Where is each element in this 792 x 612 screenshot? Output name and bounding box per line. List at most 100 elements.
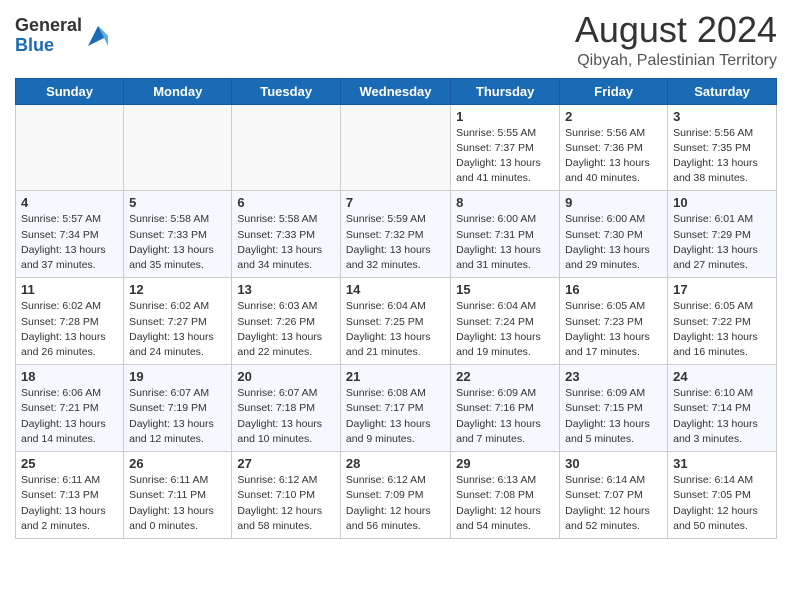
day-number: 7	[346, 195, 445, 210]
day-of-week-header: Monday	[124, 78, 232, 104]
calendar-cell: 2Sunrise: 5:56 AM Sunset: 7:36 PM Daylig…	[560, 104, 668, 191]
calendar-cell: 13Sunrise: 6:03 AM Sunset: 7:26 PM Dayli…	[232, 278, 341, 365]
day-of-week-header: Saturday	[668, 78, 777, 104]
day-info: Sunrise: 6:00 AM Sunset: 7:30 PM Dayligh…	[565, 212, 662, 273]
day-number: 31	[673, 456, 771, 471]
day-of-week-header: Tuesday	[232, 78, 341, 104]
day-info: Sunrise: 6:11 AM Sunset: 7:13 PM Dayligh…	[21, 473, 118, 534]
calendar-cell: 5 Sunrise: 5:58 AM Sunset: 7:33 PM Daylig…	[124, 191, 232, 278]
day-number: 30	[565, 456, 662, 471]
day-number: 15	[456, 282, 554, 297]
day-of-week-header: Wednesday	[340, 78, 450, 104]
calendar-cell: 27 Sunrise: 6:12 AM Sunset: 7:10 PM Dayli…	[232, 452, 341, 539]
day-info: Sunrise: 6:09 AM Sunset: 7:15 PM Dayligh…	[565, 386, 662, 447]
calendar-cell: 3Sunrise: 5:56 AM Sunset: 7:35 PM Daylig…	[668, 104, 777, 191]
calendar-cell	[340, 104, 450, 191]
calendar-cell	[16, 104, 124, 191]
day-info: Sunrise: 6:06 AM Sunset: 7:21 PM Dayligh…	[21, 386, 118, 447]
day-number: 6	[237, 195, 335, 210]
logo: General Blue	[15, 16, 112, 56]
logo-icon	[84, 22, 112, 50]
calendar-cell: 17Sunrise: 6:05 AM Sunset: 7:22 PM Dayli…	[668, 278, 777, 365]
day-number: 10	[673, 195, 771, 210]
calendar-cell: 21 Sunrise: 6:08 AM Sunset: 7:17 PM Dayli…	[340, 365, 450, 452]
calendar-header-row: SundayMondayTuesdayWednesdayThursdayFrid…	[16, 78, 777, 104]
calendar-cell: 28 Sunrise: 6:12 AM Sunset: 7:09 PM Dayli…	[340, 452, 450, 539]
day-info: Sunrise: 6:02 AM Sunset: 7:28 PM Dayligh…	[21, 299, 118, 360]
day-number: 8	[456, 195, 554, 210]
day-info: Sunrise: 6:12 AM Sunset: 7:10 PM Dayligh…	[237, 473, 335, 534]
calendar-cell: 12Sunrise: 6:02 AM Sunset: 7:27 PM Dayli…	[124, 278, 232, 365]
calendar-cell: 31 Sunrise: 6:14 AM Sunset: 7:05 PM Dayli…	[668, 452, 777, 539]
calendar-cell: 15Sunrise: 6:04 AM Sunset: 7:24 PM Dayli…	[451, 278, 560, 365]
calendar-cell: 14Sunrise: 6:04 AM Sunset: 7:25 PM Dayli…	[340, 278, 450, 365]
day-number: 1	[456, 109, 554, 124]
day-of-week-header: Thursday	[451, 78, 560, 104]
day-number: 17	[673, 282, 771, 297]
calendar-cell: 18Sunrise: 6:06 AM Sunset: 7:21 PM Dayli…	[16, 365, 124, 452]
calendar-cell: 1 Sunrise: 5:55 AM Sunset: 7:37 PM Daylig…	[451, 104, 560, 191]
calendar-cell: 8 Sunrise: 6:00 AM Sunset: 7:31 PM Daylig…	[451, 191, 560, 278]
calendar-cell	[124, 104, 232, 191]
day-number: 5	[129, 195, 226, 210]
day-number: 25	[21, 456, 118, 471]
day-number: 27	[237, 456, 335, 471]
day-number: 9	[565, 195, 662, 210]
calendar-cell: 22Sunrise: 6:09 AM Sunset: 7:16 PM Dayli…	[451, 365, 560, 452]
day-info: Sunrise: 6:10 AM Sunset: 7:14 PM Dayligh…	[673, 386, 771, 447]
logo-general: General	[15, 15, 82, 35]
day-info: Sunrise: 5:57 AM Sunset: 7:34 PM Dayligh…	[21, 212, 118, 273]
day-number: 4	[21, 195, 118, 210]
calendar-cell: 23 Sunrise: 6:09 AM Sunset: 7:15 PM Dayli…	[560, 365, 668, 452]
calendar-cell: 11 Sunrise: 6:02 AM Sunset: 7:28 PM Dayli…	[16, 278, 124, 365]
calendar-cell: 9 Sunrise: 6:00 AM Sunset: 7:30 PM Daylig…	[560, 191, 668, 278]
month-year: August 2024	[575, 10, 777, 50]
day-info: Sunrise: 6:09 AM Sunset: 7:16 PM Dayligh…	[456, 386, 554, 447]
day-info: Sunrise: 5:58 AM Sunset: 7:33 PM Dayligh…	[237, 212, 335, 273]
day-info: Sunrise: 6:11 AM Sunset: 7:11 PM Dayligh…	[129, 473, 226, 534]
day-number: 21	[346, 369, 445, 384]
day-number: 23	[565, 369, 662, 384]
calendar-cell: 16 Sunrise: 6:05 AM Sunset: 7:23 PM Dayli…	[560, 278, 668, 365]
day-number: 24	[673, 369, 771, 384]
day-number: 19	[129, 369, 226, 384]
calendar-cell: 29 Sunrise: 6:13 AM Sunset: 7:08 PM Dayli…	[451, 452, 560, 539]
day-of-week-header: Sunday	[16, 78, 124, 104]
title-area: August 2024 Qibyah, Palestinian Territor…	[575, 10, 777, 70]
day-number: 26	[129, 456, 226, 471]
day-info: Sunrise: 5:59 AM Sunset: 7:32 PM Dayligh…	[346, 212, 445, 273]
logo-blue: Blue	[15, 35, 54, 55]
location: Qibyah, Palestinian Territory	[575, 52, 777, 70]
day-info: Sunrise: 6:07 AM Sunset: 7:19 PM Dayligh…	[129, 386, 226, 447]
calendar-week-row: 1 Sunrise: 5:55 AM Sunset: 7:37 PM Daylig…	[16, 104, 777, 191]
calendar-table: SundayMondayTuesdayWednesdayThursdayFrid…	[15, 78, 777, 539]
day-info: Sunrise: 5:56 AM Sunset: 7:36 PM Dayligh…	[565, 126, 662, 187]
calendar-week-row: 4 Sunrise: 5:57 AM Sunset: 7:34 PM Daylig…	[16, 191, 777, 278]
day-info: Sunrise: 6:08 AM Sunset: 7:17 PM Dayligh…	[346, 386, 445, 447]
day-info: Sunrise: 5:56 AM Sunset: 7:35 PM Dayligh…	[673, 126, 771, 187]
day-info: Sunrise: 6:13 AM Sunset: 7:08 PM Dayligh…	[456, 473, 554, 534]
day-number: 12	[129, 282, 226, 297]
calendar-cell: 4 Sunrise: 5:57 AM Sunset: 7:34 PM Daylig…	[16, 191, 124, 278]
day-number: 14	[346, 282, 445, 297]
day-number: 11	[21, 282, 118, 297]
day-info: Sunrise: 6:07 AM Sunset: 7:18 PM Dayligh…	[237, 386, 335, 447]
calendar-cell: 7 Sunrise: 5:59 AM Sunset: 7:32 PM Daylig…	[340, 191, 450, 278]
day-info: Sunrise: 6:05 AM Sunset: 7:23 PM Dayligh…	[565, 299, 662, 360]
page-header: General Blue August 2024 Qibyah, Palesti…	[15, 10, 777, 70]
calendar-cell: 19 Sunrise: 6:07 AM Sunset: 7:19 PM Dayli…	[124, 365, 232, 452]
day-info: Sunrise: 5:55 AM Sunset: 7:37 PM Dayligh…	[456, 126, 554, 187]
day-info: Sunrise: 6:14 AM Sunset: 7:07 PM Dayligh…	[565, 473, 662, 534]
day-info: Sunrise: 6:14 AM Sunset: 7:05 PM Dayligh…	[673, 473, 771, 534]
day-number: 29	[456, 456, 554, 471]
calendar-cell: 24 Sunrise: 6:10 AM Sunset: 7:14 PM Dayli…	[668, 365, 777, 452]
calendar-cell: 10Sunrise: 6:01 AM Sunset: 7:29 PM Dayli…	[668, 191, 777, 278]
day-number: 20	[237, 369, 335, 384]
day-number: 28	[346, 456, 445, 471]
day-info: Sunrise: 6:12 AM Sunset: 7:09 PM Dayligh…	[346, 473, 445, 534]
calendar-cell: 26 Sunrise: 6:11 AM Sunset: 7:11 PM Dayli…	[124, 452, 232, 539]
day-number: 13	[237, 282, 335, 297]
day-info: Sunrise: 6:00 AM Sunset: 7:31 PM Dayligh…	[456, 212, 554, 273]
day-number: 16	[565, 282, 662, 297]
day-info: Sunrise: 5:58 AM Sunset: 7:33 PM Dayligh…	[129, 212, 226, 273]
